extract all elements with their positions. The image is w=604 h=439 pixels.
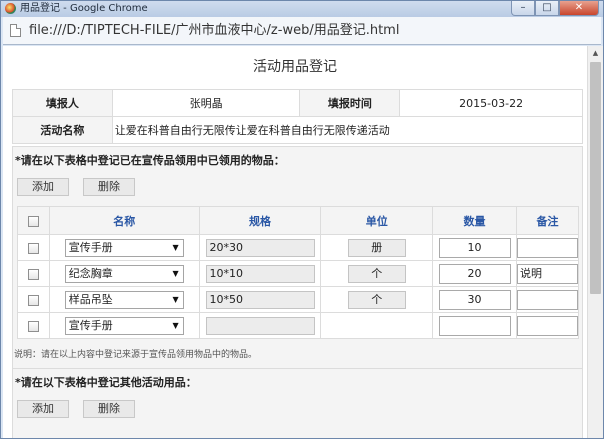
quantity-input[interactable]: 10 xyxy=(438,237,511,258)
page-title: 活动用品登记 xyxy=(253,59,337,75)
page-viewport: 活动用品登记 填报人 张明晶 填报时间 2015-03-22 活动名称 让爱在科… xyxy=(3,46,587,438)
col-name: 名称 xyxy=(48,206,200,235)
other-items-section: *请在以下表格中登记其他活动用品： 添加 删除 xyxy=(12,368,583,438)
table-header: 名称 规格 单位 数量 备注 xyxy=(17,206,580,235)
add-button[interactable]: 添加 xyxy=(17,400,69,418)
unit-field: 个 xyxy=(347,264,406,283)
activity-name-value: 让爱在科普自由行无限传让爱在科普自由行无限传递活动 xyxy=(111,116,584,144)
received-items-explanation: 说明：请在以上内容中登记来源于宣传品领用物品中的物品。 xyxy=(14,350,258,360)
chevron-down-icon: ▼ xyxy=(172,242,179,252)
report-time-label: 填报时间 xyxy=(299,89,401,117)
reporter-label: 填报人 xyxy=(12,89,113,117)
chrome-icon xyxy=(5,3,16,14)
note-input[interactable] xyxy=(516,289,578,310)
col-note: 备注 xyxy=(515,206,580,235)
report-info-table: 填报人 张明晶 填报时间 2015-03-22 活动名称 让爱在科普自由行无限传… xyxy=(12,89,584,144)
delete-button[interactable]: 删除 xyxy=(83,178,135,196)
scrollbar-thumb[interactable] xyxy=(590,62,601,294)
other-items-toolbar: 添加 删除 xyxy=(13,397,582,424)
spec-field: 20*30 xyxy=(205,238,315,257)
restore-button[interactable]: □ xyxy=(535,1,559,16)
quantity-input[interactable]: 30 xyxy=(438,289,511,310)
spec-field: 10*50 xyxy=(205,290,315,309)
chevron-down-icon: ▼ xyxy=(172,294,179,304)
delete-button[interactable]: 删除 xyxy=(83,400,135,418)
vertical-scrollbar[interactable]: ▲ xyxy=(587,46,603,438)
title-bar: 用品登记 - Google Chrome – □ ✕ xyxy=(1,1,603,17)
table-row: 样品吊坠 ▼ 10*50 个 30 xyxy=(17,286,580,313)
window-title: 用品登记 - Google Chrome xyxy=(20,3,148,14)
item-name-select[interactable]: 纪念胸章 ▼ xyxy=(64,264,184,283)
item-name-select[interactable]: 宣传手册 ▼ xyxy=(64,238,184,257)
row-checkbox[interactable] xyxy=(27,268,39,280)
window-controls: – □ ✕ xyxy=(511,1,599,16)
chevron-down-icon: ▼ xyxy=(172,268,179,278)
report-time-value: 2015-03-22 xyxy=(399,89,583,117)
col-spec: 规格 xyxy=(198,206,322,235)
note-input[interactable]: 说明 xyxy=(516,263,578,284)
address-bar[interactable]: file:///D:/TIPTECH-FILE/广州市血液中心/z-web/用品… xyxy=(3,17,601,45)
row-checkbox[interactable] xyxy=(27,320,39,332)
row-checkbox[interactable] xyxy=(27,242,39,254)
note-input[interactable] xyxy=(516,315,578,336)
spec-field: 10*10 xyxy=(205,264,315,283)
quantity-input[interactable] xyxy=(438,315,511,336)
table-row: 宣传手册 ▼ 20*30 册 10 xyxy=(17,234,580,261)
select-all-checkbox[interactable] xyxy=(27,215,39,227)
chevron-down-icon: ▼ xyxy=(172,320,179,330)
other-items-heading: *请在以下表格中登记其他活动用品： xyxy=(15,376,197,389)
file-page-icon xyxy=(10,24,21,37)
table-row: 纪念胸章 ▼ 10*10 个 20 说明 xyxy=(17,260,580,287)
received-items-table: 名称 规格 单位 数量 备注 宣传手册 ▼ 20*30 册 10 纪念胸章 ▼ 10… xyxy=(17,206,580,339)
item-name-select[interactable]: 宣传手册 ▼ xyxy=(64,316,184,335)
unit-field: 个 xyxy=(347,290,406,309)
item-name-select[interactable]: 样品吊坠 ▼ xyxy=(64,290,184,309)
url-text[interactable]: file:///D:/TIPTECH-FILE/广州市血液中心/z-web/用品… xyxy=(29,22,399,40)
spec-field xyxy=(205,316,315,335)
close-button[interactable]: ✕ xyxy=(559,1,599,16)
unit-field: 册 xyxy=(347,238,406,257)
minimize-button[interactable]: – xyxy=(511,1,535,16)
row-checkbox[interactable] xyxy=(27,294,39,306)
add-button[interactable]: 添加 xyxy=(17,178,69,196)
note-input[interactable] xyxy=(516,237,578,258)
browser-window: 用品登记 - Google Chrome – □ ✕ file:///D:/TI… xyxy=(0,0,604,439)
received-items-heading: *请在以下表格中登记已在宣传品领用中已领用的物品： xyxy=(15,154,285,167)
scroll-up-icon[interactable]: ▲ xyxy=(588,46,603,60)
received-items-toolbar: 添加 删除 xyxy=(13,175,582,202)
col-qty: 数量 xyxy=(432,206,517,235)
activity-name-label: 活动名称 xyxy=(12,116,113,144)
col-unit: 单位 xyxy=(320,206,434,235)
reporter-value: 张明晶 xyxy=(111,89,301,117)
table-row: 宣传手册 ▼ xyxy=(17,312,580,339)
quantity-input[interactable]: 20 xyxy=(438,263,511,284)
